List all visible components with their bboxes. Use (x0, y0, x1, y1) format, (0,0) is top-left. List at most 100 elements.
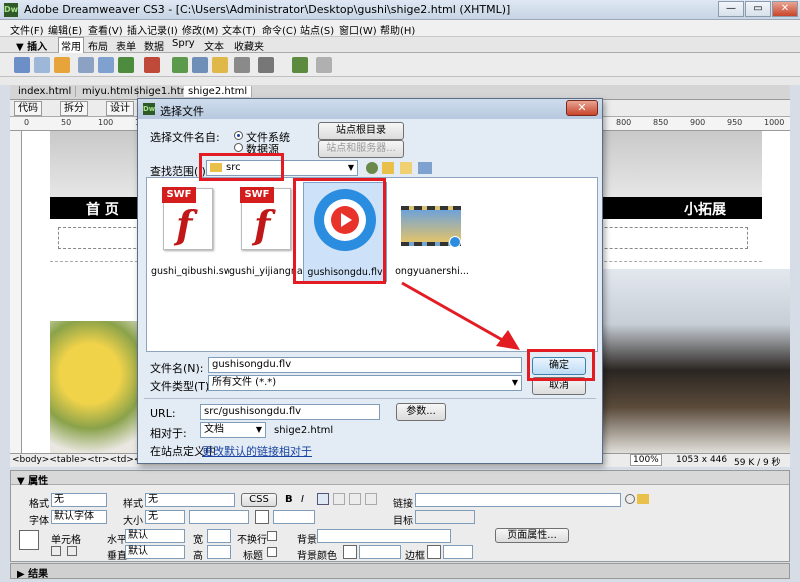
window-size[interactable]: 1053 x 446 (676, 455, 727, 465)
menu-modify[interactable]: 修改(M) (182, 22, 218, 37)
view-menu-icon[interactable] (418, 162, 432, 174)
nowrap-checkbox[interactable] (267, 531, 277, 541)
horz-select[interactable]: 默认 (125, 529, 185, 543)
date-icon[interactable] (172, 57, 188, 73)
templates-icon[interactable] (292, 57, 308, 73)
menu-commands[interactable]: 命令(C) (262, 22, 297, 37)
menu-insert[interactable]: 插入记录(I) (127, 22, 178, 37)
page-properties-button[interactable]: 页面属性... (495, 528, 569, 543)
tab-layout[interactable]: 布局 (86, 38, 110, 53)
vert-select[interactable]: 默认 (125, 545, 185, 559)
minimize-button[interactable]: — (718, 1, 744, 17)
link-input[interactable] (415, 493, 621, 507)
merge-cells-icon[interactable] (51, 546, 61, 556)
comment-icon[interactable] (212, 57, 228, 73)
image-icon[interactable] (118, 57, 134, 73)
radio-datasource[interactable] (234, 143, 243, 152)
font-select[interactable]: 默认字体 (51, 510, 107, 524)
bold-button[interactable]: B (285, 494, 293, 505)
menu-site[interactable]: 站点(S) (300, 22, 334, 37)
header-checkbox[interactable] (267, 547, 277, 557)
align-justify-icon[interactable] (365, 493, 377, 505)
split-cell-icon[interactable] (67, 546, 77, 556)
properties-title[interactable]: ▼ 属性 (17, 472, 48, 487)
size-select[interactable]: 无 (145, 510, 185, 524)
doc-tab-index[interactable]: index.html (14, 86, 77, 97)
align-right-icon[interactable] (349, 493, 361, 505)
italic-button[interactable]: I (301, 494, 304, 505)
insert-panel-toggle[interactable]: ▼ 插入 (14, 38, 49, 53)
table-icon[interactable] (78, 57, 94, 73)
file-item[interactable]: SWF f gushi_qibushi.swf (151, 182, 229, 282)
filetype-value: 所有文件 (*.*) (212, 377, 277, 388)
head-icon[interactable] (234, 57, 250, 73)
params-button[interactable]: 参数... (396, 403, 446, 421)
site-root-button[interactable]: 站点根目录 (318, 122, 404, 140)
bgcolor-swatch[interactable] (343, 545, 357, 559)
doc-tab-shige2[interactable]: shige2.html (184, 86, 253, 97)
style-select[interactable]: 无 (145, 493, 235, 507)
layer-icon[interactable] (98, 57, 114, 73)
menu-edit[interactable]: 编辑(E) (48, 22, 82, 37)
menu-file[interactable]: 文件(F) (10, 22, 44, 37)
tab-favorites[interactable]: 收藏夹 (232, 38, 266, 53)
media-icon[interactable] (144, 57, 160, 73)
anchor-icon[interactable] (54, 57, 70, 73)
height-input[interactable] (207, 545, 231, 559)
results-title[interactable]: ▶ 结果 (17, 565, 48, 580)
back-icon[interactable] (366, 162, 378, 174)
maximize-button[interactable]: ▭ (745, 1, 771, 17)
tab-spry[interactable]: Spry (170, 38, 197, 49)
tab-forms[interactable]: 表单 (114, 38, 138, 53)
menu-text[interactable]: 文本(T) (222, 22, 256, 37)
format-select[interactable]: 无 (51, 493, 107, 507)
up-folder-icon[interactable] (382, 162, 394, 174)
filename-input[interactable]: gushisongdu.flv (208, 357, 522, 373)
menu-window[interactable]: 窗口(W) (339, 22, 377, 37)
bg-input[interactable] (317, 529, 451, 543)
menu-view[interactable]: 查看(V) (88, 22, 123, 37)
hyperlink-icon[interactable] (14, 57, 30, 73)
size-unit-select[interactable] (189, 510, 249, 524)
dialog-close-button[interactable]: ✕ (566, 100, 598, 116)
script-icon[interactable] (258, 57, 274, 73)
menu-help[interactable]: 帮助(H) (380, 22, 415, 37)
text-color-swatch[interactable] (255, 510, 269, 524)
tab-common[interactable]: 常用 (58, 37, 84, 53)
design-view-button[interactable]: 设计 (106, 101, 134, 116)
site-server-button[interactable]: 站点和服务器... (318, 140, 404, 158)
target-select[interactable] (415, 510, 475, 524)
text-color-input[interactable] (273, 510, 315, 524)
tab-data[interactable]: 数据 (142, 38, 166, 53)
zoom-select[interactable]: 100% (630, 454, 662, 466)
code-view-button[interactable]: 代码 (14, 101, 42, 116)
browse-folder-icon[interactable] (637, 494, 649, 504)
border-color-input[interactable] (443, 545, 473, 559)
bgcolor-input[interactable] (359, 545, 401, 559)
highlight-lookin (199, 153, 284, 181)
point-to-file-icon[interactable] (625, 494, 635, 504)
ruler-tick-label: 800 (616, 118, 632, 127)
properties-panel: ▼ 属性 格式 无 样式 无 CSS B I 链接 字体 默认字体 大小 无 目… (10, 470, 790, 562)
tag-chooser-icon[interactable] (316, 57, 332, 73)
email-link-icon[interactable] (34, 57, 50, 73)
swf-file-icon: SWF f (240, 187, 291, 250)
border-color-swatch[interactable] (427, 545, 441, 559)
tab-text[interactable]: 文本 (202, 38, 226, 53)
site-def-link[interactable]: 更改默认的链接相对于 (202, 443, 312, 459)
css-button[interactable]: CSS (241, 493, 277, 507)
close-button[interactable]: ✕ (772, 1, 798, 17)
width-input[interactable] (207, 529, 231, 543)
new-folder-icon[interactable] (400, 162, 412, 174)
radio-filesystem[interactable] (234, 131, 243, 140)
filetype-select[interactable]: 所有文件 (*.*) ▼ (208, 375, 522, 391)
align-center-icon[interactable] (333, 493, 345, 505)
align-left-icon[interactable] (317, 493, 329, 505)
server-include-icon[interactable] (192, 57, 208, 73)
url-input[interactable]: src/gushisongdu.flv (200, 404, 380, 420)
file-item[interactable]: ongyuanershi... (393, 182, 471, 282)
split-view-button[interactable]: 拆分 (60, 101, 88, 116)
doc-tab-miyu[interactable]: miyu.html (78, 86, 138, 97)
ginkgo-image (50, 321, 150, 453)
relative-select[interactable]: 文档 ▼ (200, 422, 266, 438)
